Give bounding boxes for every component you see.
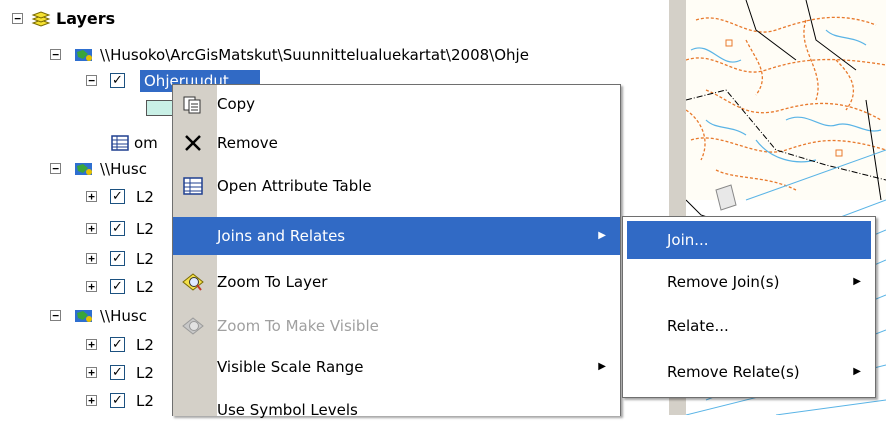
submenu-arrow-icon: ▶ xyxy=(853,276,861,287)
expand-icon[interactable]: + xyxy=(86,367,97,378)
menu-item-relate[interactable]: Relate... xyxy=(623,307,875,345)
table-icon xyxy=(183,177,203,195)
layers-root-row[interactable]: − Layers xyxy=(0,8,300,30)
layer-name: L2 xyxy=(136,364,154,382)
symbol-patch[interactable] xyxy=(146,100,174,116)
layer-row[interactable]: + ✓ L2 xyxy=(0,390,200,412)
collapse-icon[interactable]: − xyxy=(12,13,23,24)
group-layer-row[interactable]: − \\Husoko\ArcGisMatskut\Suunnittelualue… xyxy=(0,44,668,66)
copy-icon xyxy=(183,96,201,114)
group-layer-path: \\Husc xyxy=(100,307,147,325)
expand-icon[interactable]: + xyxy=(86,339,97,350)
menu-item-zoom-to-make-visible: Zoom To Make Visible xyxy=(173,307,620,345)
layer-name: L2 xyxy=(136,250,154,268)
menu-item-joins-and-relates[interactable]: Joins and Relates ▶ xyxy=(173,217,620,255)
collapse-icon[interactable]: − xyxy=(50,49,61,60)
menu-item-label: Open Attribute Table xyxy=(217,177,372,195)
layer-visibility-checkbox[interactable]: ✓ xyxy=(110,189,125,204)
expand-icon[interactable]: + xyxy=(86,191,97,202)
menu-item-label: Use Symbol Levels xyxy=(217,401,358,419)
layer-row[interactable]: + ✓ L2 xyxy=(0,362,200,384)
layer-visibility-checkbox[interactable]: ✓ xyxy=(110,337,125,352)
layer-row[interactable]: + ✓ L2 xyxy=(0,186,200,208)
layers-stack-icon xyxy=(31,11,51,27)
group-layer-icon xyxy=(75,310,92,322)
group-layer-path: \\Husoko\ArcGisMatskut\Suunnittelualueka… xyxy=(100,46,529,64)
menu-item-use-symbol-levels[interactable]: Use Symbol Levels xyxy=(173,391,620,429)
layer-row[interactable]: + ✓ L2 xyxy=(0,248,200,270)
menu-item-label: Relate... xyxy=(667,317,729,335)
joins-relates-submenu: Join... Remove Join(s) ▶ Relate... Remov… xyxy=(622,216,876,398)
menu-item-remove-joins[interactable]: Remove Join(s) ▶ xyxy=(623,263,875,301)
submenu-arrow-icon: ▶ xyxy=(598,361,606,372)
remove-x-icon xyxy=(185,135,201,151)
group-layer-icon xyxy=(75,163,92,175)
menu-item-open-attribute-table[interactable]: Open Attribute Table xyxy=(173,167,620,205)
menu-item-label: Visible Scale Range xyxy=(217,358,364,376)
zoom-to-layer-icon xyxy=(182,273,204,291)
collapse-icon[interactable]: − xyxy=(50,163,61,174)
layer-visibility-checkbox[interactable]: ✓ xyxy=(110,221,125,236)
expand-icon[interactable]: + xyxy=(86,281,97,292)
menu-item-label: Remove xyxy=(217,134,278,152)
layers-title: Layers xyxy=(56,9,116,28)
submenu-arrow-icon: ▶ xyxy=(598,230,606,241)
menu-item-label: Join... xyxy=(667,231,709,249)
layer-visibility-checkbox[interactable]: ✓ xyxy=(110,365,125,380)
layer-name: L2 xyxy=(136,278,154,296)
collapse-icon[interactable]: − xyxy=(50,310,61,321)
layer-name: L2 xyxy=(136,392,154,410)
group-layer-icon xyxy=(75,49,92,61)
layer-name: L2 xyxy=(136,220,154,238)
expand-icon[interactable]: + xyxy=(86,253,97,264)
layer-context-menu: Copy Remove Open Attribute Table Joins a… xyxy=(172,84,621,419)
collapse-icon[interactable]: − xyxy=(86,75,97,86)
group-layer-row[interactable]: − \\Husc xyxy=(0,158,200,180)
layer-name: L2 xyxy=(136,336,154,354)
layer-row[interactable]: + ✓ L2 xyxy=(0,218,200,240)
menu-item-copy[interactable]: Copy xyxy=(173,85,620,123)
expand-icon[interactable]: + xyxy=(86,395,97,406)
menu-item-label: Joins and Relates xyxy=(217,227,346,245)
expand-icon[interactable]: + xyxy=(86,223,97,234)
group-layer-row[interactable]: − \\Husc xyxy=(0,305,200,327)
table-name: om xyxy=(134,134,158,152)
layer-visibility-checkbox[interactable]: ✓ xyxy=(110,73,125,88)
menu-item-join[interactable]: Join... xyxy=(627,221,871,259)
layer-visibility-checkbox[interactable]: ✓ xyxy=(110,393,125,408)
menu-item-label: Zoom To Layer xyxy=(217,273,328,291)
layer-visibility-checkbox[interactable]: ✓ xyxy=(110,251,125,266)
menu-item-zoom-to-layer[interactable]: Zoom To Layer xyxy=(173,263,620,301)
group-layer-path: \\Husc xyxy=(100,160,147,178)
menu-item-label: Zoom To Make Visible xyxy=(217,317,379,335)
standalone-table-row[interactable]: om xyxy=(0,132,200,154)
layer-row[interactable]: + ✓ L2 xyxy=(0,334,200,356)
layer-visibility-checkbox[interactable]: ✓ xyxy=(110,279,125,294)
menu-item-remove[interactable]: Remove xyxy=(173,124,620,162)
zoom-to-make-visible-icon xyxy=(182,317,204,335)
menu-item-label: Copy xyxy=(217,95,256,113)
layer-row[interactable]: + ✓ L2 xyxy=(0,276,200,298)
menu-item-label: Remove Join(s) xyxy=(667,273,780,291)
menu-item-visible-scale-range[interactable]: Visible Scale Range ▶ xyxy=(173,348,620,386)
layer-name: L2 xyxy=(136,188,154,206)
submenu-arrow-icon: ▶ xyxy=(853,366,861,377)
table-icon xyxy=(111,135,129,151)
menu-item-remove-relates[interactable]: Remove Relate(s) ▶ xyxy=(623,353,875,391)
menu-item-label: Remove Relate(s) xyxy=(667,363,800,381)
